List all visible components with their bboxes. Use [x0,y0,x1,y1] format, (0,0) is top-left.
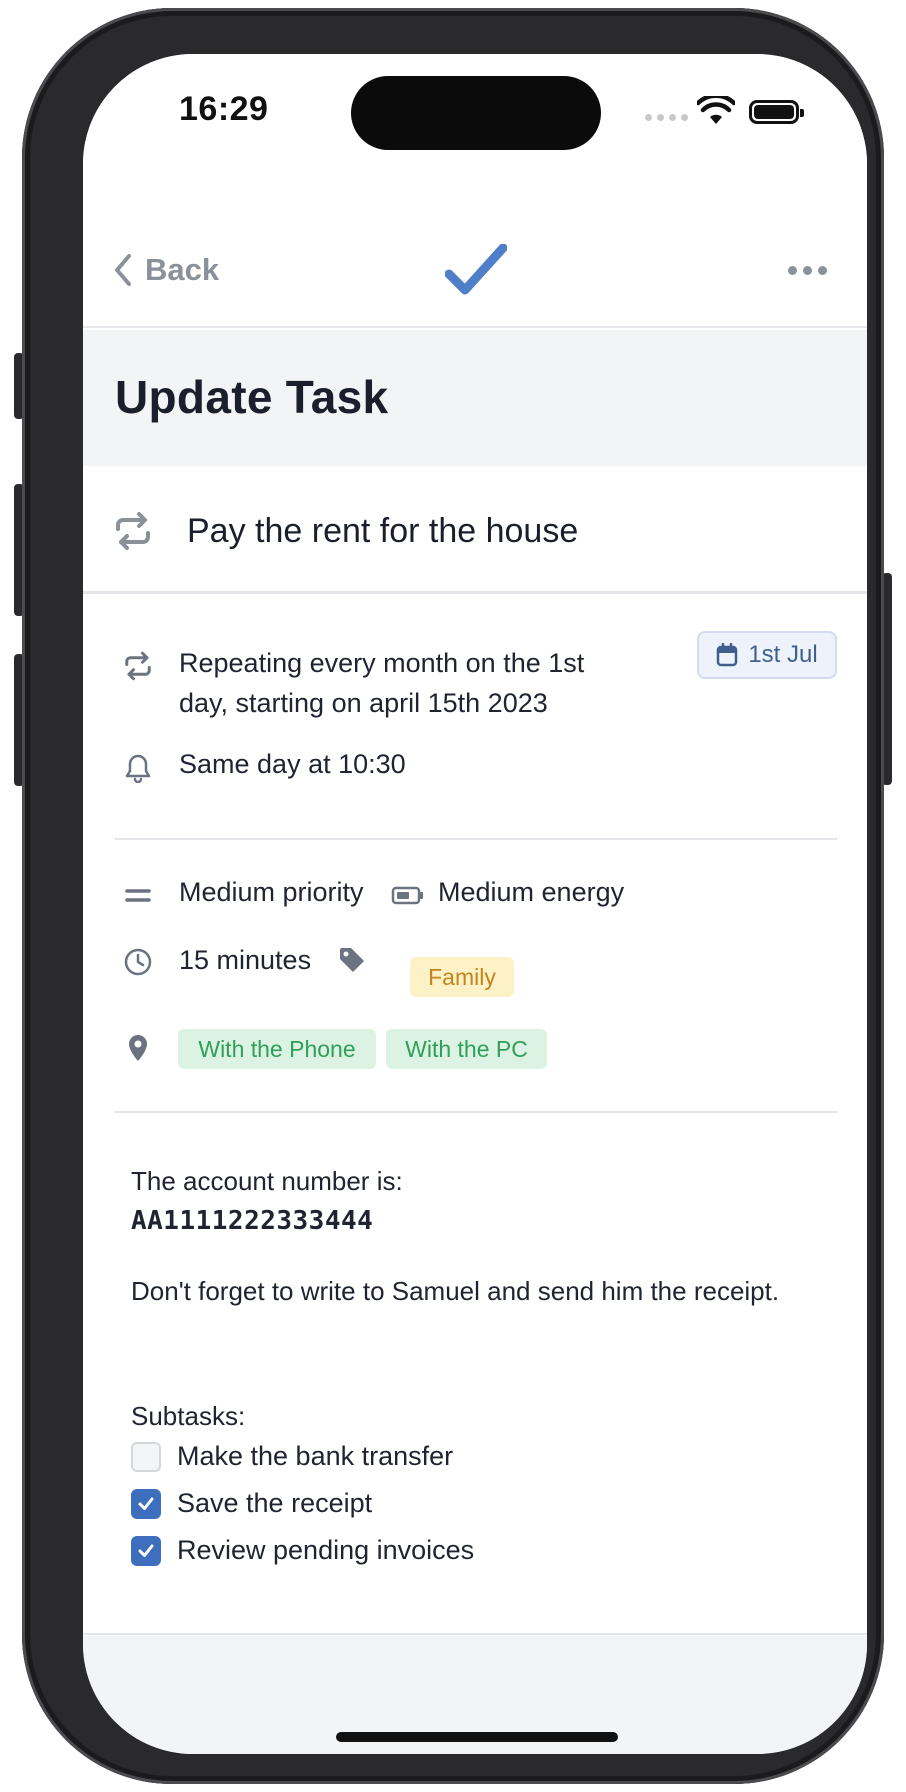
back-label: Back [145,252,220,287]
checkbox-checked[interactable] [131,1535,161,1566]
phone-frame: 16:29 Back Update Task Pay the rent for … [22,8,884,1784]
subtask-item[interactable]: Make the bank transfer [131,1441,453,1472]
battery-icon [749,100,804,124]
subtask-item[interactable]: Save the receipt [131,1488,372,1519]
location-pin-icon [129,1035,147,1061]
title-band: Update Task [83,330,867,466]
task-name[interactable]: Pay the rent for the house [187,512,578,551]
status-bar: 16:29 [83,54,867,204]
notes-line-1: The account number is: [131,1166,403,1196]
clock-icon [124,948,152,976]
repeat-text[interactable]: Repeating every month on the 1st day, st… [179,643,639,723]
dynamic-island [351,76,601,150]
home-indicator[interactable] [336,1732,618,1742]
energy-text[interactable]: Medium energy [438,877,624,908]
task-details: Repeating every month on the 1st day, st… [83,597,867,1635]
page-title: Update Task [115,371,389,423]
reminder-text[interactable]: Same day at 10:30 [179,749,406,780]
subtask-label: Review pending invoices [177,1535,475,1565]
calendar-icon [717,643,738,667]
back-button[interactable]: Back [113,252,219,288]
save-check-icon[interactable] [445,244,507,296]
priority-icon [125,889,151,902]
checkbox-unchecked[interactable] [131,1441,161,1472]
context-tag-pc[interactable]: With the PC [386,1029,547,1069]
tag-icon [340,948,364,972]
subtasks-label: Subtasks: [131,1401,246,1431]
checkbox-checked[interactable] [131,1488,161,1519]
tag-family[interactable]: Family [410,957,514,997]
checkmark-icon [138,1497,154,1510]
divider [115,1111,837,1113]
bell-icon [125,754,151,783]
signal-icon [645,114,688,121]
date-chip-label: 1st Jul [748,641,818,668]
subtask-label: Make the bank transfer [177,1441,454,1471]
battery-energy-icon [391,886,423,905]
wifi-icon [697,96,735,124]
task-name-row[interactable]: Pay the rent for the house [83,466,867,594]
subtask-item[interactable]: Review pending invoices [131,1535,474,1566]
chevron-left-icon [115,254,131,286]
notes-line-2: Don't forget to write to Samuel and send… [131,1276,780,1306]
checkmark-icon [138,1544,154,1557]
duration-text[interactable]: 15 minutes [179,945,311,976]
nav-bar: Back [83,204,867,328]
account-number: AA1111222333444 [131,1206,374,1236]
more-options-icon[interactable] [788,266,827,275]
notes[interactable]: The account number is: AA1111222333444 D… [131,1161,811,1311]
context-tag-phone[interactable]: With the Phone [178,1029,376,1069]
status-time: 16:29 [179,90,269,128]
divider [115,838,837,840]
priority-text[interactable]: Medium priority [179,877,364,908]
date-chip[interactable]: 1st Jul [697,631,837,679]
screen: 16:29 Back Update Task Pay the rent for … [83,54,867,1754]
subtask-label: Save the receipt [177,1488,373,1518]
repeat-small-icon [125,651,151,681]
repeat-icon [116,512,150,550]
